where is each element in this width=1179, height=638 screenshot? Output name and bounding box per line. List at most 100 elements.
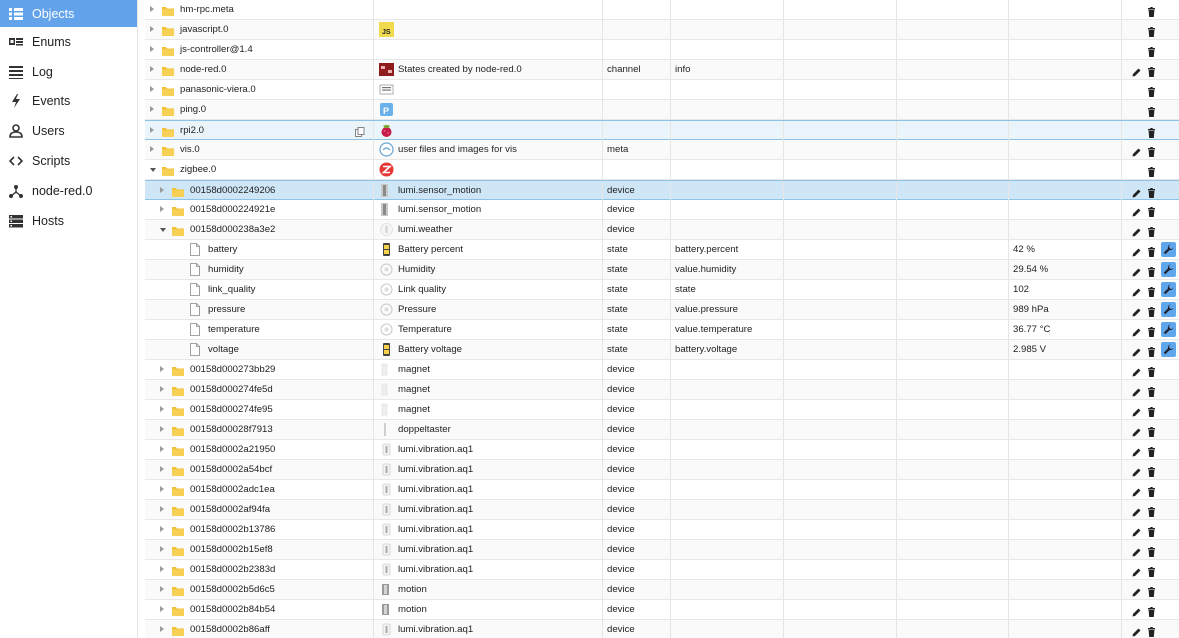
object-id-cell[interactable]: 00158d000224921e: [145, 200, 374, 219]
expand-arrow-down-icon[interactable]: [160, 228, 166, 232]
table-row[interactable]: ping.0 P: [145, 100, 1179, 120]
wrench-icon[interactable]: [1161, 262, 1176, 277]
wrench-icon[interactable]: [1161, 342, 1176, 357]
object-value[interactable]: [1009, 500, 1122, 519]
object-value[interactable]: [1009, 40, 1122, 59]
expand-arrow-right-icon[interactable]: [160, 586, 164, 592]
object-id-cell[interactable]: 00158d0002b86aff: [145, 620, 374, 638]
object-id-cell[interactable]: 00158d000274fe5d: [145, 380, 374, 399]
sidebar-item-objects[interactable]: Objects: [0, 0, 137, 27]
edit-pencil-icon[interactable]: [1132, 245, 1141, 257]
table-row[interactable]: 00158d000273bb29 magnet device: [145, 360, 1179, 380]
table-row[interactable]: 00158d0002b2383d lumi.vibration.aq1 device: [145, 560, 1179, 580]
object-id-cell[interactable]: vis.0: [145, 140, 374, 159]
expand-arrow-right-icon[interactable]: [160, 486, 164, 492]
delete-trash-icon[interactable]: [1147, 425, 1156, 437]
edit-pencil-icon[interactable]: [1132, 145, 1141, 157]
table-row[interactable]: rpi2.0: [145, 120, 1179, 140]
object-id-cell[interactable]: 00158d0002b15ef8: [145, 540, 374, 559]
object-value[interactable]: [1009, 420, 1122, 439]
delete-trash-icon[interactable]: [1147, 45, 1156, 57]
object-id-cell[interactable]: 00158d0002a21950: [145, 440, 374, 459]
object-id-cell[interactable]: link_quality: [145, 280, 374, 299]
delete-trash-icon[interactable]: [1147, 225, 1156, 237]
wrench-icon[interactable]: [1161, 302, 1176, 317]
object-id-cell[interactable]: pressure: [145, 300, 374, 319]
delete-trash-icon[interactable]: [1147, 245, 1156, 257]
edit-pencil-icon[interactable]: [1132, 385, 1141, 397]
object-value[interactable]: [1009, 620, 1122, 638]
expand-arrow-right-icon[interactable]: [160, 526, 164, 532]
edit-pencil-icon[interactable]: [1132, 505, 1141, 517]
object-id-cell[interactable]: 00158d000273bb29: [145, 360, 374, 379]
edit-pencil-icon[interactable]: [1132, 465, 1141, 477]
expand-arrow-right-icon[interactable]: [160, 446, 164, 452]
delete-trash-icon[interactable]: [1147, 186, 1156, 198]
delete-trash-icon[interactable]: [1147, 65, 1156, 77]
object-value[interactable]: [1009, 100, 1122, 119]
object-value[interactable]: [1009, 480, 1122, 499]
table-row[interactable]: 00158d0002249206 lumi.sensor_motion device: [145, 180, 1179, 200]
delete-trash-icon[interactable]: [1147, 625, 1156, 637]
edit-pencil-icon[interactable]: [1132, 525, 1141, 537]
table-row[interactable]: zigbee.0: [145, 160, 1179, 180]
table-row[interactable]: vis.0 user files and images for vis meta: [145, 140, 1179, 160]
table-row[interactable]: js-controller@1.4: [145, 40, 1179, 60]
expand-arrow-right-icon[interactable]: [160, 606, 164, 612]
table-row[interactable]: battery Battery percent state battery.perce…: [145, 240, 1179, 260]
table-row[interactable]: hm-rpc.meta: [145, 0, 1179, 20]
object-id-cell[interactable]: 00158d0002b2383d: [145, 560, 374, 579]
object-value[interactable]: [1009, 181, 1122, 200]
expand-arrow-right-icon[interactable]: [160, 206, 164, 212]
delete-trash-icon[interactable]: [1147, 25, 1156, 37]
table-row[interactable]: temperature Temperature state value.tempera…: [145, 320, 1179, 340]
object-value[interactable]: [1009, 80, 1122, 99]
object-value[interactable]: [1009, 400, 1122, 419]
object-id-cell[interactable]: temperature: [145, 320, 374, 339]
table-row[interactable]: 00158d000274fe5d magnet device: [145, 380, 1179, 400]
table-row[interactable]: panasonic-viera.0: [145, 80, 1179, 100]
sidebar-item-enums[interactable]: Enums: [0, 27, 137, 57]
expand-arrow-right-icon[interactable]: [160, 506, 164, 512]
expand-arrow-right-icon[interactable]: [150, 26, 154, 32]
object-value[interactable]: 989 hPa: [1009, 300, 1122, 319]
edit-pencil-icon[interactable]: [1132, 365, 1141, 377]
sidebar-item-log[interactable]: Log: [0, 57, 137, 87]
object-value[interactable]: [1009, 0, 1122, 19]
delete-trash-icon[interactable]: [1147, 5, 1156, 17]
object-id-cell[interactable]: 00158d00028f7913: [145, 420, 374, 439]
delete-trash-icon[interactable]: [1147, 265, 1156, 277]
edit-pencil-icon[interactable]: [1132, 445, 1141, 457]
object-id-cell[interactable]: 00158d0002adc1ea: [145, 480, 374, 499]
delete-trash-icon[interactable]: [1147, 126, 1156, 138]
delete-trash-icon[interactable]: [1147, 325, 1156, 337]
table-row[interactable]: humidity Humidity state value.humidity 29.54…: [145, 260, 1179, 280]
delete-trash-icon[interactable]: [1147, 365, 1156, 377]
wrench-icon[interactable]: [1161, 322, 1176, 337]
object-id-cell[interactable]: 00158d000274fe95: [145, 400, 374, 419]
edit-pencil-icon[interactable]: [1132, 425, 1141, 437]
object-id-cell[interactable]: 00158d0002b84b54: [145, 600, 374, 619]
table-row[interactable]: javascript.0 JS: [145, 20, 1179, 40]
table-row[interactable]: voltage Battery voltage state battery.volta…: [145, 340, 1179, 360]
object-value[interactable]: [1009, 440, 1122, 459]
sidebar-item-node-red-0[interactable]: node-red.0: [0, 176, 137, 206]
object-id-cell[interactable]: humidity: [145, 260, 374, 279]
delete-trash-icon[interactable]: [1147, 505, 1156, 517]
delete-trash-icon[interactable]: [1147, 85, 1156, 97]
expand-arrow-right-icon[interactable]: [160, 187, 164, 193]
delete-trash-icon[interactable]: [1147, 485, 1156, 497]
sidebar-item-scripts[interactable]: Scripts: [0, 146, 137, 176]
object-value[interactable]: [1009, 360, 1122, 379]
delete-trash-icon[interactable]: [1147, 305, 1156, 317]
expand-arrow-right-icon[interactable]: [150, 127, 154, 133]
expand-arrow-right-icon[interactable]: [160, 366, 164, 372]
expand-arrow-down-icon[interactable]: [150, 168, 156, 172]
expand-arrow-right-icon[interactable]: [160, 466, 164, 472]
table-row[interactable]: pressure Pressure state value.pressure 989 h…: [145, 300, 1179, 320]
copy-icon[interactable]: [355, 125, 365, 137]
edit-pencil-icon[interactable]: [1132, 305, 1141, 317]
object-id-cell[interactable]: js-controller@1.4: [145, 40, 374, 59]
wrench-icon[interactable]: [1161, 282, 1176, 297]
object-id-cell[interactable]: 00158d0002249206: [145, 181, 374, 200]
